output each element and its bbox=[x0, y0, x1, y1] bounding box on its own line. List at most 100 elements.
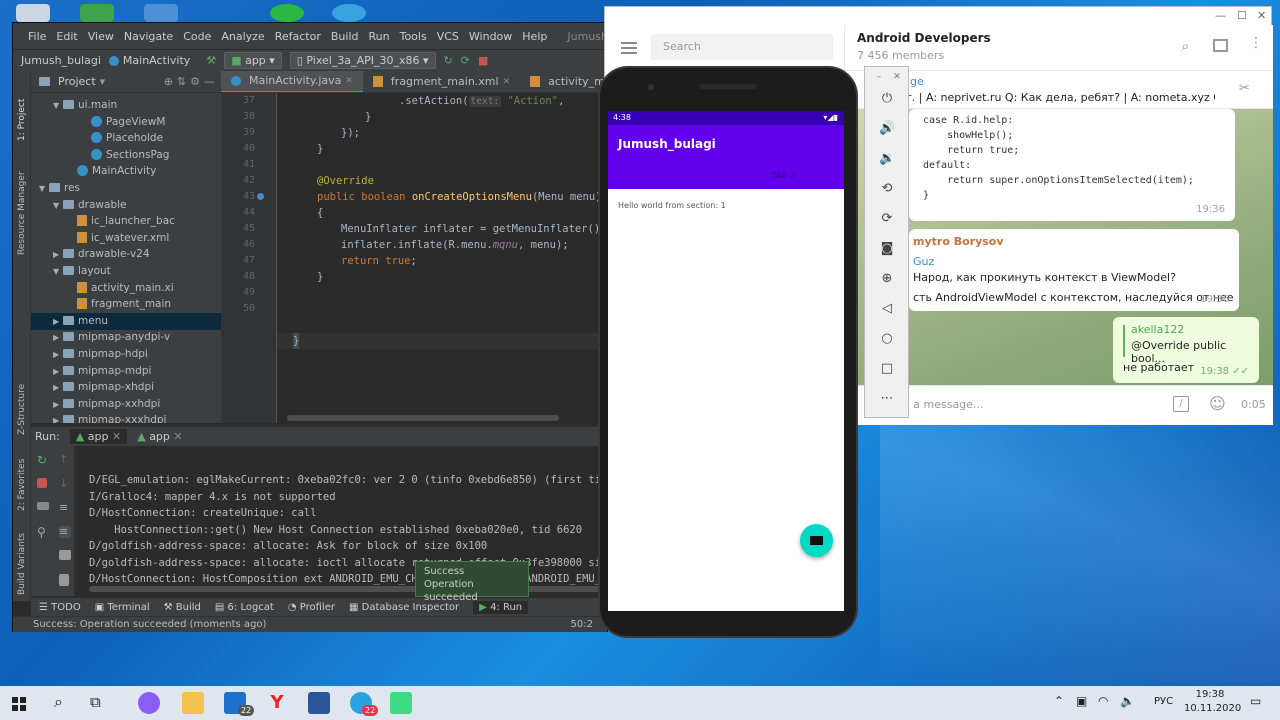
globe-icon[interactable]: ⊕ bbox=[164, 75, 173, 88]
tab-fragment-main-xml[interactable]: fragment_main.xml ✕ bbox=[363, 71, 520, 92]
commands-icon[interactable]: / bbox=[1173, 396, 1189, 412]
input-language[interactable]: РУС bbox=[1154, 696, 1173, 707]
up-arrow-icon[interactable]: ↑ bbox=[59, 454, 71, 466]
breadcrumb-project[interactable]: Jumush_bulagi bbox=[21, 54, 101, 67]
unpin-icon[interactable]: ✂ bbox=[1239, 81, 1250, 96]
down-arrow-icon[interactable]: ↓ bbox=[59, 478, 71, 490]
tool-todo[interactable]: ☰ TODO bbox=[39, 602, 81, 613]
menu-navigate[interactable]: Navigate bbox=[119, 30, 178, 43]
tool-build-variants[interactable]: Build Variants bbox=[17, 529, 27, 595]
menu-help[interactable]: Help bbox=[517, 30, 552, 43]
tree-item[interactable]: ic_launcher_bac bbox=[31, 213, 221, 230]
chat-title[interactable]: Android Developers bbox=[857, 31, 991, 45]
tool-profiler[interactable]: ◔ Profiler bbox=[288, 602, 335, 613]
trash-icon[interactable] bbox=[59, 574, 69, 586]
zoom-icon[interactable]: ⊕ bbox=[879, 271, 895, 287]
tree-item[interactable]: ▶ mipmap-mdpi bbox=[31, 363, 221, 380]
tree-item[interactable]: ▼ res bbox=[31, 180, 221, 197]
close-icon[interactable]: ✕ bbox=[345, 71, 353, 92]
pin-icon[interactable]: ⚲ bbox=[37, 526, 49, 538]
code-message[interactable]: case R.id.help: showHelp(); return true;… bbox=[909, 109, 1235, 221]
camera-icon[interactable]: ◙ bbox=[879, 241, 895, 257]
tree-item[interactable]: ▶ menu bbox=[31, 312, 221, 330]
success-notification[interactable]: Success Operation succeeded bbox=[415, 561, 529, 603]
expand-arrow-icon[interactable]: ▶ bbox=[53, 379, 63, 396]
expand-arrow-icon[interactable]: ▶ bbox=[53, 412, 63, 423]
taskbar-clock[interactable]: 19:38 10.11.2020 bbox=[1184, 688, 1241, 716]
hide-panel-icon[interactable]: — bbox=[204, 75, 215, 88]
tab-activity-main-xml[interactable]: activity_main.xml✕ bbox=[520, 71, 609, 92]
tree-item[interactable]: ▼ ui.main bbox=[31, 97, 221, 114]
home-icon[interactable] bbox=[722, 574, 731, 583]
message-dmytro[interactable]: mytro Borysov Guz Народ, как прокинуть к… bbox=[909, 229, 1239, 311]
overview-icon[interactable]: □ bbox=[879, 361, 895, 377]
menu-run[interactable]: Run bbox=[364, 30, 395, 43]
expand-arrow-icon[interactable]: ▼ bbox=[53, 197, 63, 214]
cortana-icon[interactable] bbox=[138, 692, 160, 714]
expand-arrow-icon[interactable]: ▶ bbox=[53, 346, 63, 363]
tool-logcat[interactable]: ▤ 6: Logcat bbox=[215, 602, 274, 613]
desktop-icon-whatsapp[interactable] bbox=[270, 4, 304, 22]
network-icon[interactable]: ▣ bbox=[1076, 694, 1087, 708]
tree-item[interactable]: fragment_main bbox=[31, 296, 221, 313]
device-select[interactable]: ▯ Pixel_3a_API_30_x86 ▾ bbox=[289, 52, 436, 69]
wifi-icon[interactable]: ◠ bbox=[1098, 694, 1108, 708]
tree-item[interactable]: ▶ drawable-v24 bbox=[31, 246, 221, 263]
close-icon[interactable]: ✕ bbox=[889, 69, 905, 85]
menu-window[interactable]: Window bbox=[464, 30, 517, 43]
close-icon[interactable]: ✕ bbox=[1257, 9, 1266, 22]
sidebar-toggle-icon[interactable] bbox=[1213, 39, 1228, 52]
back-icon[interactable]: ◁ bbox=[879, 301, 895, 317]
tool-terminal[interactable]: ▣ Terminal bbox=[95, 602, 150, 613]
tool-resource-manager[interactable]: Resource Manager bbox=[17, 155, 27, 255]
expand-arrow-icon[interactable]: ▶ bbox=[53, 246, 63, 263]
run-tab-2[interactable]: ▲ app ✕ bbox=[137, 430, 182, 443]
yandex-icon[interactable]: Y bbox=[266, 692, 288, 714]
run-tab-1[interactable]: ▲ app ✕ bbox=[69, 429, 128, 444]
android-studio-taskbar-icon[interactable] bbox=[390, 692, 412, 714]
tool-build[interactable]: ⚒ Build bbox=[164, 602, 201, 613]
fab-mail-button[interactable] bbox=[800, 524, 833, 557]
pinned-message-bar[interactable]: essage ивет. | A: neprivet.ru Q: Как дел… bbox=[845, 71, 1273, 109]
volume-up-icon[interactable]: 🔊 bbox=[879, 121, 895, 137]
project-view-select[interactable]: Project bbox=[58, 75, 96, 88]
tool-favorites[interactable]: 2: Favorites bbox=[17, 455, 27, 511]
emulator-screen[interactable]: 4:38 ▾◢▮ Jumush_bulagi TAB 2 Hello world… bbox=[608, 111, 844, 611]
apply-changes-icon[interactable]: ⟳ bbox=[461, 54, 470, 67]
tool-project[interactable]: 1: Project bbox=[17, 81, 27, 141]
print-icon[interactable] bbox=[59, 550, 71, 560]
desktop-icon-app-1[interactable] bbox=[80, 4, 114, 22]
tree-item[interactable]: ic_watever.xml bbox=[31, 230, 221, 247]
stop-icon[interactable] bbox=[37, 478, 47, 488]
tray-expand-icon[interactable]: ⌃ bbox=[1054, 694, 1064, 708]
power-icon[interactable]: ⏻ bbox=[879, 91, 895, 107]
overview-icon[interactable] bbox=[790, 574, 799, 583]
tree-item[interactable]: activity_main.xi bbox=[31, 280, 221, 297]
menu-edit[interactable]: Edit bbox=[51, 30, 82, 43]
scroll-end-icon[interactable]: ≡ bbox=[59, 526, 71, 538]
tree-item[interactable]: MainActivity bbox=[31, 163, 221, 180]
word-icon[interactable] bbox=[308, 692, 330, 714]
rotate-right-icon[interactable]: ⟳ bbox=[879, 211, 895, 227]
code-editor[interactable]: .setAction(text: "Action", } }); } @Over… bbox=[277, 93, 609, 423]
close-icon[interactable]: ✕ bbox=[503, 71, 511, 92]
telegram-search-input[interactable]: Search bbox=[651, 34, 833, 60]
breadcrumb-file[interactable]: MainActivity bbox=[108, 54, 190, 67]
tree-item[interactable]: Placeholde bbox=[31, 130, 221, 147]
volume-down-icon[interactable]: 🔉 bbox=[879, 151, 895, 167]
cursor-position[interactable]: 50:2 bbox=[571, 617, 593, 632]
desktop-icon-telegram[interactable] bbox=[332, 4, 366, 22]
volume-icon[interactable]: 🔈 bbox=[1120, 694, 1135, 708]
tab-mainactivity-java[interactable]: MainActivity.java ✕ bbox=[221, 71, 363, 92]
stop-icon[interactable]: ■ bbox=[478, 54, 488, 67]
tree-item[interactable]: ▼ drawable bbox=[31, 197, 221, 214]
notification-center-icon[interactable]: ▭ bbox=[1250, 694, 1261, 708]
task-view-icon[interactable]: ⧉ bbox=[90, 693, 101, 711]
override-gutter-icon[interactable] bbox=[257, 193, 264, 200]
expand-arrow-icon[interactable]: ▶ bbox=[53, 363, 63, 380]
menu-code[interactable]: Code bbox=[178, 30, 216, 43]
minimize-icon[interactable]: — bbox=[1215, 9, 1226, 22]
menu-build[interactable]: Build bbox=[326, 30, 364, 43]
menu-refactor[interactable]: Refactor bbox=[270, 30, 326, 43]
maximize-icon[interactable]: ☐ bbox=[1237, 9, 1247, 22]
